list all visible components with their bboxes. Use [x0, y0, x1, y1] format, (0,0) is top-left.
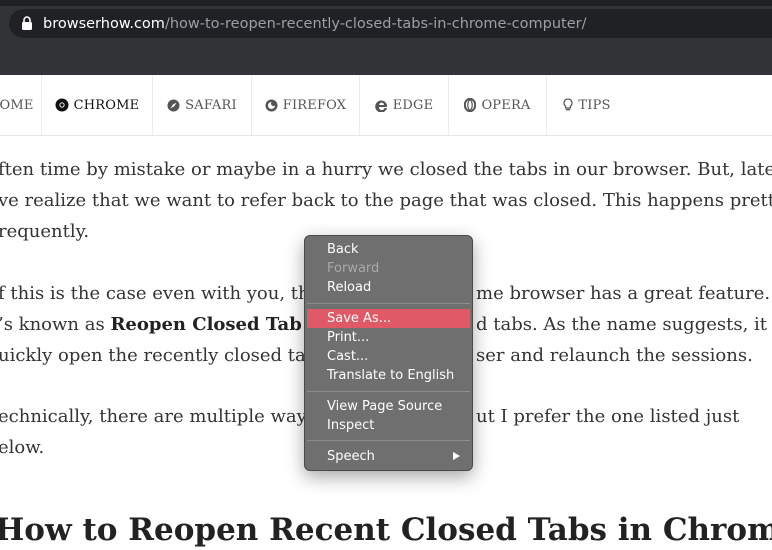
paragraph-line: uickly open the recently closed tal	[0, 345, 312, 366]
paragraph-line: echnically, there are multiple way	[0, 406, 307, 427]
nav-item-label: CHROME	[73, 97, 140, 113]
safari-icon	[167, 99, 180, 111]
menu-item-speech[interactable]: Speech	[307, 447, 470, 466]
url-host: browserhow.com	[43, 16, 165, 32]
address-bar-url[interactable]: browserhow.com/how-to-reopen-recently-cl…	[43, 15, 587, 33]
opera-icon	[464, 98, 477, 112]
nav-item-edge[interactable]: EDGE	[360, 75, 449, 135]
menu-item-translate[interactable]: Translate to English	[307, 366, 470, 385]
feature-name: Reopen Closed Tab	[110, 314, 302, 335]
paragraph-line: ser and relaunch the sessions.	[476, 345, 753, 366]
chrome-icon	[55, 98, 69, 112]
nav-item-label: OPERA	[481, 97, 531, 113]
context-menu: Back Forward Reload Save As... Print... …	[304, 235, 473, 471]
paragraph-line: elow.	[0, 437, 45, 458]
menu-item-print[interactable]: Print...	[307, 328, 470, 347]
nav-item-home[interactable]: OME	[0, 75, 42, 135]
paragraph-line: f this is the case even with you, the	[0, 283, 321, 304]
nav-item-opera[interactable]: OPERA	[449, 75, 547, 135]
firefox-icon	[265, 99, 278, 111]
nav-item-tips[interactable]: TIPS	[547, 75, 627, 135]
nav-item-label: TIPS	[578, 97, 611, 113]
paragraph-line: ve realize that we want to refer back to…	[0, 190, 772, 211]
menu-separator	[307, 391, 470, 392]
submenu-arrow-icon	[453, 452, 460, 460]
edge-icon	[374, 100, 387, 112]
lock-icon	[22, 16, 32, 30]
nav-item-label: OME	[0, 97, 34, 113]
paragraph-line: ut I prefer the one listed just	[476, 406, 740, 427]
paragraph-line: requently.	[0, 221, 90, 242]
lightbulb-icon	[563, 98, 573, 111]
text-run: ’s known as	[0, 314, 111, 335]
nav-item-safari[interactable]: SAFARI	[153, 75, 252, 135]
tab-strip	[0, 0, 772, 6]
menu-item-label: Speech	[327, 449, 375, 464]
nav-item-label: FIREFOX	[282, 97, 347, 113]
browser-toolbar: browserhow.com/how-to-reopen-recently-cl…	[0, 0, 772, 75]
menu-separator	[307, 440, 470, 441]
menu-item-reload[interactable]: Reload	[307, 278, 470, 297]
menu-item-back[interactable]: Back	[307, 240, 470, 259]
nav-item-chrome[interactable]: CHROME	[42, 75, 153, 135]
site-navigation: OME CHROME SAFARI FIREFOX EDGE OPERA TIP…	[0, 75, 772, 136]
paragraph-line: ften time by mistake or maybe in a hurry…	[0, 159, 772, 180]
menu-item-inspect[interactable]: Inspect	[307, 416, 470, 435]
section-heading: How to Reopen Recent Closed Tabs in Chro…	[0, 512, 772, 548]
menu-item-save-as[interactable]: Save As...	[307, 309, 470, 328]
nav-item-firefox[interactable]: FIREFOX	[252, 75, 360, 135]
menu-item-forward: Forward	[327, 261, 380, 276]
nav-item-label: SAFARI	[185, 97, 237, 113]
nav-item-label: EDGE	[392, 97, 434, 113]
paragraph-line: d tabs. As the name suggests, it wi	[476, 314, 772, 335]
menu-separator	[307, 303, 470, 304]
url-path: /how-to-reopen-recently-closed-tabs-in-c…	[164, 16, 587, 32]
menu-item-view-source[interactable]: View Page Source	[307, 397, 470, 416]
menu-item-cast[interactable]: Cast...	[307, 347, 470, 366]
paragraph-line: me browser has a great feature.	[476, 283, 771, 304]
paragraph-line: ’s known as Reopen Closed Tab o	[0, 309, 318, 340]
